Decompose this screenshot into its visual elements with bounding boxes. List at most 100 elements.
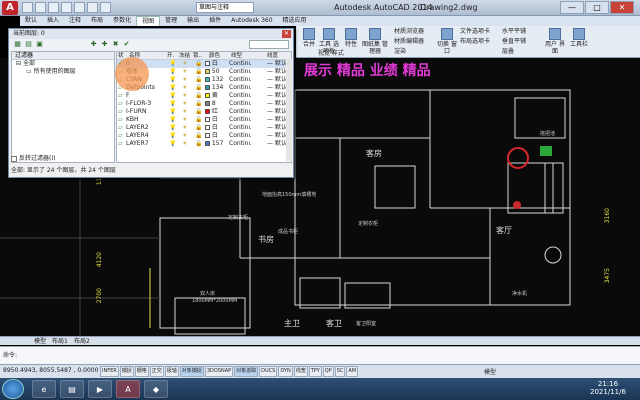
tab-parametric[interactable]: 参数化 <box>108 16 136 26</box>
col-color[interactable]: 颜色 <box>209 52 220 60</box>
sun-icon[interactable]: ☀ <box>182 100 187 108</box>
taskbar-autocad-icon[interactable]: A <box>116 380 140 398</box>
switch-window-button[interactable]: 切换 窗口 <box>436 28 458 55</box>
layer-linetype[interactable]: Continu... <box>229 124 251 132</box>
cascade-button[interactable]: 层叠 <box>502 48 542 55</box>
new-group-filter-icon[interactable]: ▤ <box>24 40 33 48</box>
tab-model[interactable]: 模型 <box>34 337 46 346</box>
toggle-[interactable]: 捕捉 <box>119 366 134 377</box>
sun-icon[interactable]: ☀ <box>182 76 187 84</box>
col-lineweight[interactable]: 线宽 <box>267 52 278 60</box>
toggle-sc[interactable]: SC <box>334 366 346 377</box>
lightbulb-icon[interactable]: 💡 <box>169 60 176 68</box>
layer-search-input[interactable] <box>249 40 289 49</box>
layer-linetype[interactable]: Continu... <box>229 68 251 76</box>
toggle-tpy[interactable]: TPY <box>308 366 322 377</box>
sun-icon[interactable]: ☀ <box>182 92 187 100</box>
layer-linetype[interactable]: Continu... <box>229 60 251 68</box>
sun-icon[interactable]: ☀ <box>182 60 187 68</box>
layer-color[interactable]: 白 <box>205 124 225 132</box>
material-editor-button[interactable]: 材质编辑器 <box>394 38 434 45</box>
save-icon[interactable] <box>48 2 59 13</box>
user-interface-button[interactable]: 用户 界面 <box>544 28 566 55</box>
lightbulb-icon[interactable]: 💡 <box>169 108 176 116</box>
sun-icon[interactable]: ☀ <box>182 68 187 76</box>
taskbar-tool-icon[interactable]: ◆ <box>144 380 168 398</box>
set-current-icon[interactable]: ✔ <box>122 40 131 48</box>
tab-autodesk360[interactable]: Autodesk 360 <box>226 16 277 26</box>
lightbulb-icon[interactable]: 💡 <box>169 68 176 76</box>
layer-color[interactable]: 红 <box>205 108 225 116</box>
undo-icon[interactable] <box>87 2 98 13</box>
layer-row[interactable]: ▱LAYER2💡 ☀ 🔓 白 Continu... — 默认 <box>117 124 291 132</box>
layer-lineweight[interactable]: — 默认 <box>267 84 287 92</box>
layer-color[interactable]: 8 <box>205 100 225 108</box>
tab-layout1[interactable]: 布局1 <box>52 337 68 346</box>
layer-status-icon[interactable]: ▱ <box>118 92 126 100</box>
sun-icon[interactable]: ☀ <box>182 140 187 148</box>
layer-name[interactable]: I-FLOR-3 <box>126 100 166 108</box>
lightbulb-icon[interactable]: 💡 <box>169 100 176 108</box>
layer-color[interactable]: 132 <box>205 76 225 84</box>
taskbar-ie-icon[interactable]: e <box>32 380 56 398</box>
layer-lineweight[interactable]: — 默认 <box>267 124 287 132</box>
lightbulb-icon[interactable]: 💡 <box>169 132 176 140</box>
lock-icon[interactable]: 🔓 <box>195 132 202 140</box>
layer-linetype[interactable]: Continu... <box>229 100 251 108</box>
layer-panel-close-button[interactable]: ✕ <box>282 30 291 38</box>
saveas-icon[interactable] <box>61 2 72 13</box>
lightbulb-icon[interactable]: 💡 <box>169 76 176 84</box>
taskbar-media-icon[interactable]: ▶ <box>88 380 112 398</box>
sun-icon[interactable]: ☀ <box>182 108 187 116</box>
lock-icon[interactable]: 🔓 <box>195 76 202 84</box>
layer-name[interactable]: KBH <box>126 116 166 124</box>
invert-filter-checkbox[interactable]: 反转过滤器(I) <box>11 153 55 162</box>
lock-icon[interactable]: 🔓 <box>195 84 202 92</box>
close-button[interactable]: ✕ <box>610 1 634 14</box>
workspace-select[interactable]: 草图与注释 <box>196 2 254 13</box>
layer-color[interactable]: 黄 <box>205 92 225 100</box>
toggle-ducs[interactable]: DUCS <box>259 366 278 377</box>
layer-row[interactable]: ▱F💡 ☀ 🔓 黄 Continu... — 默认 <box>117 92 291 100</box>
layer-row[interactable]: ▱LAYER7💡 ☀ 🔓 157 Continu... — 默认 <box>117 140 291 148</box>
tab-layout2[interactable]: 布局2 <box>74 337 90 346</box>
layer-color[interactable]: 白 <box>205 60 225 68</box>
model-space-button[interactable]: 模型 <box>484 367 496 376</box>
col-linetype[interactable]: 线型 <box>231 52 242 60</box>
toggle-[interactable]: 正交 <box>149 366 164 377</box>
tab-output[interactable]: 输出 <box>182 16 204 26</box>
col-lock[interactable]: 锁.. <box>193 52 202 60</box>
layer-lineweight[interactable]: — 默认 <box>267 68 287 76</box>
minimize-button[interactable]: — <box>560 1 584 14</box>
sun-icon[interactable]: ☀ <box>182 132 187 140</box>
layer-lineweight[interactable]: — 默认 <box>267 132 287 140</box>
toolbar-button[interactable]: 工具栏 <box>568 28 590 48</box>
tile-vertical-button[interactable]: 垂直平铺 <box>502 38 542 45</box>
layer-row[interactable]: ▱I-FLOR-3💡 ☀ 🔓 8 Continu... — 默认 <box>117 100 291 108</box>
tab-featured-apps[interactable]: 精选应用 <box>278 16 312 26</box>
lock-icon[interactable]: 🔓 <box>195 60 202 68</box>
new-icon[interactable] <box>22 2 33 13</box>
layer-name[interactable]: F <box>126 92 166 100</box>
maximize-button[interactable]: □ <box>585 1 609 14</box>
tile-horizontal-button[interactable]: 水平平铺 <box>502 28 542 35</box>
new-layer-icon[interactable]: ✚ <box>89 40 98 48</box>
lightbulb-icon[interactable]: 💡 <box>169 84 176 92</box>
toggle-[interactable]: 极轴 <box>164 366 179 377</box>
toggle-[interactable]: 栅格 <box>134 366 149 377</box>
new-layer-vp-frozen-icon[interactable]: ✚ <box>100 40 109 48</box>
tab-view[interactable]: 视图 <box>136 16 161 26</box>
filter-node-all[interactable]: ⊟ 全部 <box>12 60 114 68</box>
tab-insert[interactable]: 插入 <box>42 16 64 26</box>
layer-row[interactable]: ▱LAYER4💡 ☀ 🔓 白 Continu... — 默认 <box>117 132 291 140</box>
filter-node-used-layers[interactable]: ▭ 所有使用的图层 <box>12 68 114 76</box>
layer-lineweight[interactable]: — 默认 <box>267 116 287 124</box>
layer-name[interactable]: LAYER2 <box>126 124 166 132</box>
layer-lineweight[interactable]: — 默认 <box>267 140 287 148</box>
toggle-dyn[interactable]: DYN <box>278 366 293 377</box>
layout-tab-toggle[interactable]: 布局选项卡 <box>460 38 500 45</box>
layer-linetype[interactable]: Continu... <box>229 132 251 140</box>
layer-status-icon[interactable]: ▱ <box>118 100 126 108</box>
start-button[interactable] <box>2 379 24 399</box>
layer-linetype[interactable]: Continu... <box>229 108 251 116</box>
